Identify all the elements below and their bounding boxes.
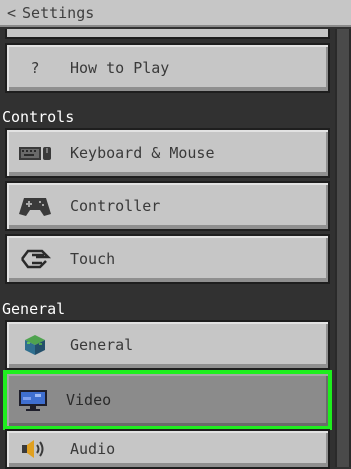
- scrollbar-thumb[interactable]: [337, 29, 349, 467]
- how-to-play-label: How to Play: [70, 59, 170, 77]
- controller-label: Controller: [70, 197, 161, 215]
- video-label: Video: [66, 391, 112, 409]
- chevron-left-icon: <: [7, 4, 17, 22]
- general-button[interactable]: General: [5, 320, 330, 370]
- monitor-icon: [16, 387, 50, 413]
- section-heading-general: General: [2, 300, 66, 318]
- speaker-icon: [18, 436, 52, 462]
- question-mark-icon: ?: [30, 59, 40, 77]
- audio-button[interactable]: Audio: [5, 429, 330, 469]
- controller-button[interactable]: Controller: [5, 181, 330, 231]
- top-bar: < Settings: [0, 0, 351, 27]
- keyboard-mouse-icon: [18, 140, 52, 166]
- video-button[interactable]: Video: [3, 370, 332, 430]
- partial-item-above: [5, 29, 330, 39]
- general-label: General: [70, 336, 134, 354]
- section-heading-controls: Controls: [2, 108, 75, 126]
- touch-label: Touch: [70, 250, 116, 268]
- back-label: Settings: [22, 4, 95, 22]
- touch-hand-icon: [18, 246, 52, 272]
- how-to-play-button[interactable]: ? How to Play: [5, 43, 330, 93]
- keyboard-mouse-button[interactable]: Keyboard & Mouse: [5, 128, 330, 178]
- gamepad-icon: [18, 193, 52, 219]
- grass-block-icon: [18, 332, 52, 358]
- touch-button[interactable]: Touch: [5, 234, 330, 284]
- keyboard-mouse-label: Keyboard & Mouse: [70, 144, 215, 162]
- audio-label: Audio: [70, 440, 116, 458]
- back-button[interactable]: < Settings: [7, 3, 94, 23]
